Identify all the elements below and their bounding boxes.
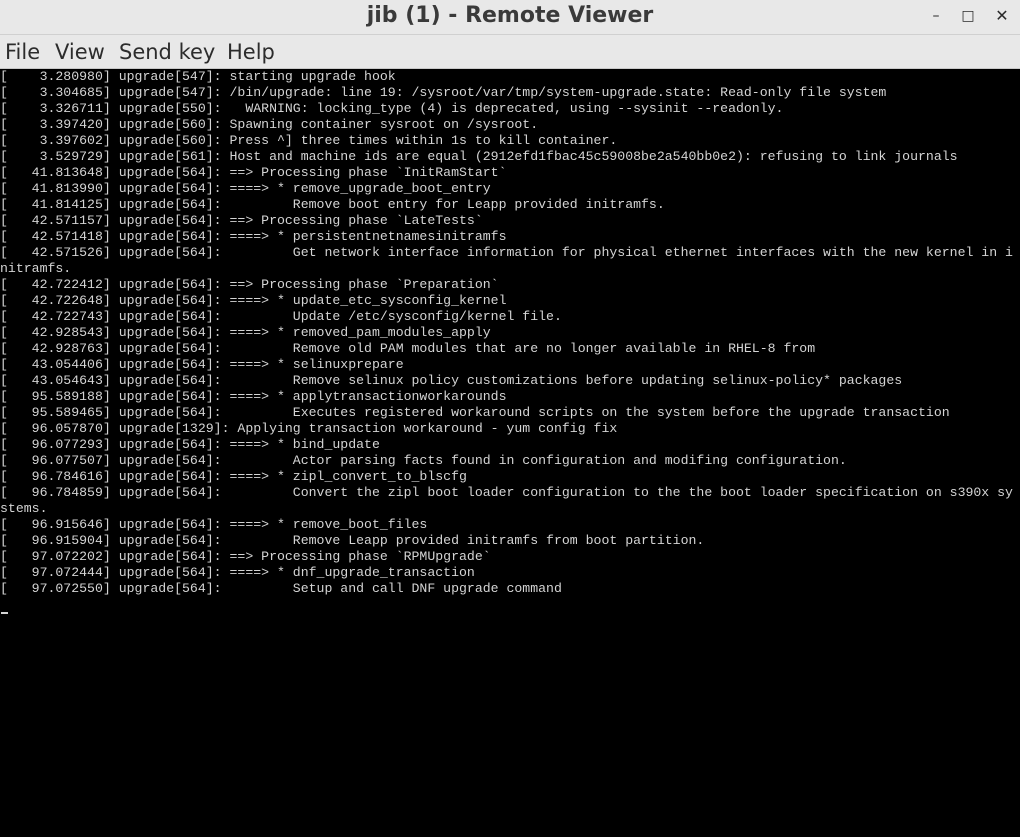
console-line: [ 42.571418] upgrade[564]: ====> * persi… bbox=[0, 229, 507, 244]
menu-view[interactable]: View bbox=[55, 35, 105, 68]
console-line: [ 96.077293] upgrade[564]: ====> * bind_… bbox=[0, 437, 380, 452]
window-title: jib (1) - Remote Viewer bbox=[366, 3, 654, 28]
title-bar[interactable]: jib (1) - Remote Viewer – □ ✕ bbox=[0, 0, 1020, 35]
console-line: [ 96.784859] upgrade[564]: Convert the z… bbox=[0, 485, 1013, 500]
console-line: [ 97.072444] upgrade[564]: ====> * dnf_u… bbox=[0, 565, 475, 580]
console-line: [ 3.280980] upgrade[547]: starting upgra… bbox=[0, 69, 396, 84]
console-line: [ 41.813990] upgrade[564]: ====> * remov… bbox=[0, 181, 491, 196]
remote-viewer-window: jib (1) - Remote Viewer – □ ✕ File View … bbox=[0, 0, 1020, 837]
console-line: [ 96.915904] upgrade[564]: Remove Leapp … bbox=[0, 533, 705, 548]
maximize-button[interactable]: □ bbox=[956, 5, 980, 27]
console-line: [ 42.928543] upgrade[564]: ====> * remov… bbox=[0, 325, 491, 340]
console-line: [ 42.722412] upgrade[564]: ==> Processin… bbox=[0, 277, 499, 292]
console-line: [ 3.397420] upgrade[560]: Spawning conta… bbox=[0, 117, 539, 132]
console-line: [ 97.072202] upgrade[564]: ==> Processin… bbox=[0, 549, 491, 564]
console-line: [ 43.054406] upgrade[564]: ====> * selin… bbox=[0, 357, 404, 372]
console-line: [ 95.589465] upgrade[564]: Executes regi… bbox=[0, 405, 950, 420]
console-line: [ 95.589188] upgrade[564]: ====> * apply… bbox=[0, 389, 507, 404]
close-button[interactable]: ✕ bbox=[990, 5, 1014, 27]
console-line: [ 41.814125] upgrade[564]: Remove boot e… bbox=[0, 197, 665, 212]
menu-bar: File View Send key Help bbox=[0, 35, 1020, 69]
console-line: [ 41.813648] upgrade[564]: ==> Processin… bbox=[0, 165, 507, 180]
console-line: [ 3.326711] upgrade[550]: WARNING: locki… bbox=[0, 101, 784, 116]
console-line: [ 96.077507] upgrade[564]: Actor parsing… bbox=[0, 453, 847, 468]
console-line: [ 42.722648] upgrade[564]: ====> * updat… bbox=[0, 293, 507, 308]
console-line: [ 43.054643] upgrade[564]: Remove selinu… bbox=[0, 373, 903, 388]
console-line: [ 96.057870] upgrade[1329]: Applying tra… bbox=[0, 421, 618, 436]
console-line: [ 42.722743] upgrade[564]: Update /etc/s… bbox=[0, 309, 562, 324]
console-line: [ 42.928763] upgrade[564]: Remove old PA… bbox=[0, 341, 816, 356]
console-cursor bbox=[1, 612, 8, 614]
menu-file[interactable]: File bbox=[5, 35, 40, 68]
console-line: [ 3.529729] upgrade[561]: Host and machi… bbox=[0, 149, 958, 164]
console-line: [ 3.397602] upgrade[560]: Press ^] three… bbox=[0, 133, 618, 148]
console-line: nitramfs. bbox=[0, 261, 72, 276]
remote-console-display[interactable]: [ 3.280980] upgrade[547]: starting upgra… bbox=[0, 69, 1020, 837]
minimize-button[interactable]: – bbox=[924, 5, 948, 27]
console-line: [ 96.784616] upgrade[564]: ====> * zipl_… bbox=[0, 469, 467, 484]
console-line: stems. bbox=[0, 501, 48, 516]
console-line: [ 97.072550] upgrade[564]: Setup and cal… bbox=[0, 581, 562, 596]
console-log: [ 3.280980] upgrade[547]: starting upgra… bbox=[0, 69, 1020, 597]
console-line: [ 42.571526] upgrade[564]: Get network i… bbox=[0, 245, 1013, 260]
menu-send-key[interactable]: Send key bbox=[119, 35, 215, 68]
console-line: [ 96.915646] upgrade[564]: ====> * remov… bbox=[0, 517, 428, 532]
console-line: [ 42.571157] upgrade[564]: ==> Processin… bbox=[0, 213, 483, 228]
menu-help[interactable]: Help bbox=[227, 35, 275, 68]
console-line: [ 3.304685] upgrade[547]: /bin/upgrade: … bbox=[0, 85, 887, 100]
